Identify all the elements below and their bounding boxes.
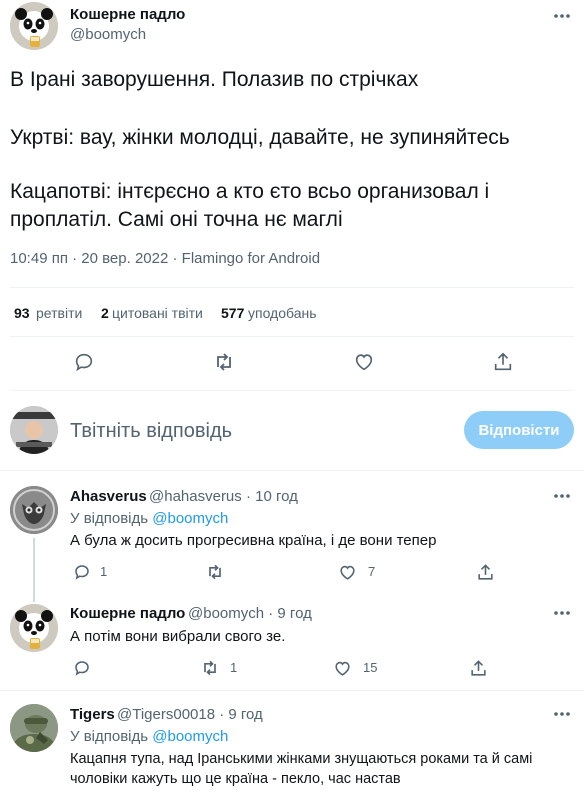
reply-text: А потім вони вибрали свого зе. (70, 628, 286, 645)
retweet-count: 1 (230, 660, 238, 675)
more-options-icon[interactable] (552, 603, 572, 623)
reply-author-name[interactable]: Tigers (70, 706, 115, 723)
reply-button[interactable]: Відповісти (464, 411, 574, 449)
reply-handle-time[interactable]: @boomych · 9 год (188, 605, 312, 622)
reply-icon[interactable] (72, 350, 96, 374)
retweet-icon[interactable] (203, 560, 227, 584)
author-name[interactable]: Кошерне падло (70, 6, 185, 23)
divider (10, 336, 574, 337)
retweet-icon[interactable] (198, 656, 222, 680)
reply-icon[interactable] (70, 656, 94, 680)
tweet-text-line-4: проплатіл. Самі оні точна нє маглі (10, 208, 343, 231)
retweet-icon[interactable] (212, 350, 236, 374)
replying-to: У відповідь @boomych (70, 510, 228, 527)
reply-text-line-2: чоловіки кажуть що це країна - пекло, ча… (70, 771, 401, 787)
like-icon[interactable] (330, 656, 354, 680)
panda-avatar-icon (10, 604, 58, 652)
author-handle[interactable]: @boomych (70, 26, 146, 43)
reply-author-name[interactable]: Кошерне падло (70, 605, 185, 622)
reply-text-line-1: Кацапня тупа, над Іранськими жінками зну… (70, 751, 533, 767)
more-options-icon[interactable] (552, 704, 572, 724)
avatar-tigers[interactable] (10, 704, 58, 752)
avatar-boomych[interactable] (10, 604, 58, 652)
share-icon[interactable] (491, 350, 515, 374)
tweet-text-line-1: В Ірані заворушення. Полазив по стрічках (10, 68, 419, 91)
reply-handle-time[interactable]: @hahasverus · 10 год (149, 488, 298, 505)
quotes-count[interactable]: 2 (101, 305, 109, 321)
more-options-icon[interactable] (552, 486, 572, 506)
avatar-boomych[interactable] (10, 2, 58, 50)
replying-to-handle[interactable]: @boomych (152, 510, 228, 527)
reply-text: А була ж досить прогресивна країна, і де… (70, 532, 437, 549)
like-icon[interactable] (335, 560, 359, 584)
divider (10, 287, 574, 288)
reply-button-label: Відповісти (478, 421, 560, 439)
avatar-ahasverus[interactable] (10, 486, 58, 534)
reply-author-name[interactable]: Ahasverus (70, 488, 147, 505)
reply-handle-time[interactable]: @Tigers00018 · 9 год (117, 706, 263, 723)
divider (10, 390, 574, 391)
like-count: 7 (368, 564, 376, 579)
reply-count: 1 (100, 564, 108, 579)
replying-to-prefix: У відповідь (70, 510, 149, 527)
replying-to-handle[interactable]: @boomych (152, 728, 228, 745)
share-icon[interactable] (466, 656, 490, 680)
owl-emblem-icon (10, 486, 58, 534)
tweet-text-line-3: Кацапотві: інтєрєсно а кто єто всьо орга… (10, 180, 490, 203)
retweets-count[interactable]: 93 (14, 305, 30, 321)
tweet-meta[interactable]: 10:49 пп · 20 вер. 2022 · Flamingo for A… (10, 250, 320, 267)
panda-avatar-icon (10, 2, 58, 50)
user-photo-icon (10, 406, 58, 454)
soldier-photo-icon (10, 704, 58, 752)
retweets-label[interactable]: ретвіти (36, 305, 82, 321)
divider (0, 690, 584, 691)
divider (0, 470, 584, 471)
more-options-icon[interactable] (552, 6, 572, 26)
replying-to-prefix: У відповідь (70, 728, 149, 745)
likes-count[interactable]: 577 (221, 305, 244, 321)
replying-to: У відповідь @boomych (70, 728, 228, 745)
share-icon[interactable] (473, 560, 497, 584)
thread-line (33, 538, 35, 602)
current-user-avatar[interactable] (10, 406, 58, 454)
quotes-label[interactable]: цитовані твіти (112, 305, 203, 321)
likes-label[interactable]: уподобань (248, 305, 317, 321)
like-count: 15 (363, 660, 378, 675)
like-icon[interactable] (352, 350, 376, 374)
reply-icon[interactable] (70, 560, 94, 584)
reply-input[interactable]: Твітніть відповідь (70, 420, 232, 443)
tweet-text-line-2: Укртві: вау, жінки молодці, давайте, не … (10, 126, 510, 149)
